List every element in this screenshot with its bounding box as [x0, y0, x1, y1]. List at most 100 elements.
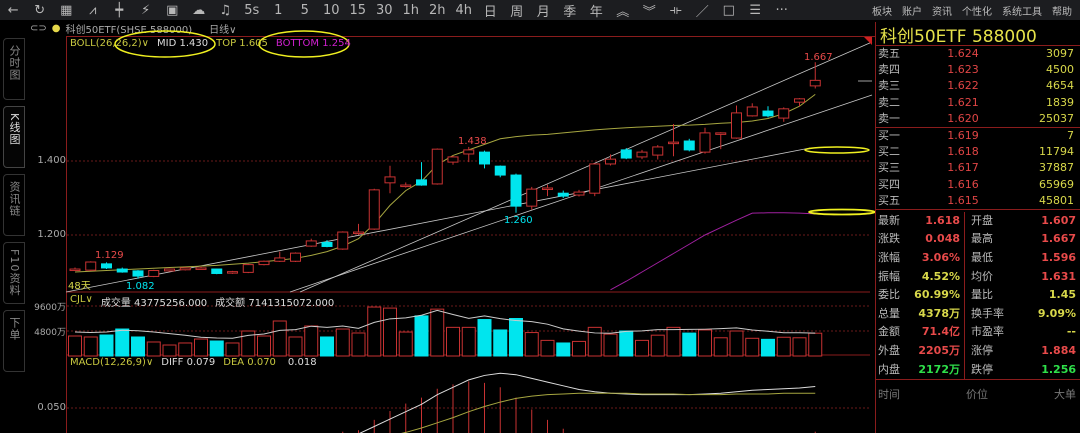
- quote-title: 科创50ETF 588000: [876, 22, 1080, 47]
- boll-legend: BOLL(26,26,2)∨ MID 1.430 TOP 1.605 BOTTO…: [70, 38, 351, 49]
- diff-line: [359, 372, 816, 433]
- volume-bar: [761, 338, 775, 357]
- stat-label: 涨幅: [878, 251, 900, 265]
- column-header: 时间: [878, 388, 900, 402]
- order-book-row: 卖一 1.620 25037: [876, 111, 1080, 127]
- stat-value: 1.884: [1041, 344, 1076, 358]
- order-book-row: 买二 1.618 11794: [876, 144, 1080, 160]
- order-book-row: 买三 1.617 37887: [876, 160, 1080, 176]
- macd-hist: 0.018: [287, 357, 317, 368]
- volume-bar: [367, 306, 382, 357]
- stat-row: 振幅 4.52% 均价 1.631: [876, 267, 1080, 287]
- candle: [116, 267, 128, 273]
- candle: [337, 231, 349, 250]
- stat-label: 跌停: [971, 362, 993, 376]
- candle: [620, 148, 632, 160]
- candle-body: [479, 151, 490, 165]
- macd-dropdown[interactable]: MACD(12,26,9)∨: [70, 357, 153, 368]
- stat-label: 市盈率: [971, 325, 1004, 339]
- volume-value: 成交量 43775256.000: [100, 298, 208, 309]
- candle: [195, 266, 207, 270]
- ask-book: 卖五 1.624 3097 卖四 1.623 4500 卖三 1.622 4654 卖二 1.621…: [876, 46, 1080, 127]
- cjl-dropdown[interactable]: CJL∨: [70, 294, 93, 309]
- volume-bar: [288, 336, 303, 357]
- order-n: 卖二: [878, 95, 900, 109]
- order-v: 45801: [1039, 193, 1074, 207]
- candle-body: [778, 108, 790, 119]
- stat-label: 涨跌: [878, 232, 900, 246]
- ma-line: [74, 94, 816, 273]
- macd-dea: DEA 0.070: [223, 357, 276, 368]
- high-label: 1.129: [95, 250, 124, 261]
- volume-bar: [635, 339, 649, 357]
- volume-bar: [335, 328, 350, 357]
- volume-bar: [194, 338, 208, 357]
- candle: [447, 155, 459, 165]
- stat-value: 2172万: [910, 360, 965, 380]
- candle: [809, 62, 821, 89]
- candle: [148, 269, 160, 278]
- candle: [510, 173, 522, 213]
- order-p: 1.622: [947, 79, 979, 93]
- stat-label: 均价: [971, 269, 993, 283]
- high-label: 1.438: [458, 136, 487, 147]
- stat-row: 外盘 2205万 涨停 1.884: [876, 342, 1080, 361]
- order-book-row: 卖三 1.622 4654: [876, 78, 1080, 94]
- volume-bar: [414, 315, 429, 357]
- boll-dropdown[interactable]: BOLL(26,26,2)∨: [70, 38, 149, 49]
- volume-bar: [729, 330, 744, 357]
- candle-body: [321, 241, 333, 247]
- candle-body: [211, 268, 223, 274]
- stat-value: 0.048: [910, 230, 965, 250]
- candle: [668, 124, 679, 157]
- volume-bar: [650, 334, 665, 357]
- low-label: 1.260: [504, 215, 533, 226]
- candle-body: [699, 132, 711, 153]
- candle-body: [101, 263, 112, 269]
- candle: [794, 98, 805, 107]
- volume-bar: [493, 329, 508, 357]
- stat-row: 委比 60.99% 量比 1.45: [876, 286, 1080, 305]
- boll-bottom: BOTTOM 1.254: [275, 38, 351, 49]
- stat-label: 总量: [878, 306, 900, 320]
- candle: [731, 105, 742, 139]
- volume-bar: [162, 344, 177, 357]
- candle: [274, 251, 286, 263]
- candle-body: [620, 149, 632, 159]
- volume-bar: [540, 339, 555, 357]
- candle-body: [416, 179, 427, 186]
- candle-body: [589, 163, 601, 194]
- order-v: 11794: [1039, 145, 1074, 159]
- stat-row: 最新 1.618 开盘 1.607: [876, 211, 1080, 231]
- ma-line-group: [74, 94, 816, 291]
- candle-body: [85, 261, 97, 271]
- candle: [321, 240, 333, 248]
- stat-row: 涨跌 0.048 最高 1.667: [876, 230, 1080, 250]
- order-v: 4654: [1046, 79, 1074, 93]
- volume-bar: [792, 337, 807, 357]
- stat-label: 金额: [878, 325, 900, 339]
- candle-body: [227, 271, 238, 274]
- stat-value: 3.06%: [910, 249, 965, 268]
- volume-bar: [666, 326, 681, 357]
- candle-body: [809, 79, 821, 87]
- candle-body: [510, 174, 522, 207]
- cjl-legend: CJL∨ 成交量 43775256.000 成交额 7141315072.000: [70, 294, 334, 309]
- candle-body: [636, 151, 648, 158]
- candle-body: [148, 270, 160, 277]
- volume-bar: [272, 320, 287, 357]
- stat-label: 外盘: [878, 344, 900, 358]
- candle: [242, 263, 254, 274]
- volume-bar: [257, 335, 271, 357]
- candle: [605, 154, 616, 166]
- candle: [589, 163, 601, 197]
- stat-row: 金额 71.4亿 市盈率 --: [876, 323, 1080, 343]
- candle: [179, 267, 191, 271]
- volume-bar: [430, 308, 445, 357]
- order-book-row: 买四 1.616 65969: [876, 177, 1080, 193]
- order-v: 3097: [1046, 47, 1074, 60]
- bid-book: 买一 1.619 7 买二 1.618 11794 买三 1.617 37887 买四 1.616 6…: [876, 128, 1080, 209]
- candle-body: [746, 106, 758, 117]
- candle: [227, 270, 238, 274]
- order-book-row: 卖五 1.624 3097: [876, 46, 1080, 62]
